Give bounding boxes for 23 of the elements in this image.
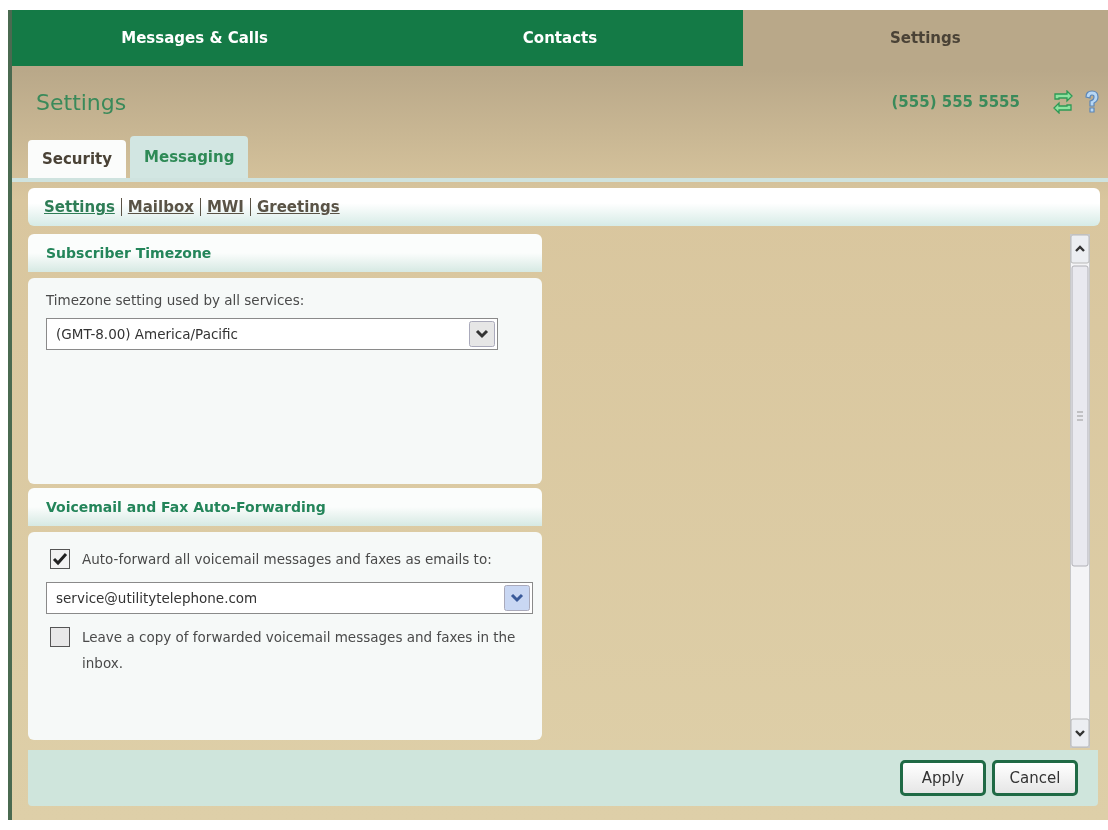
nav-link[interactable]: Settings <box>44 198 121 216</box>
nav-link[interactable]: MWI <box>199 198 250 216</box>
section-header: Subscriber Timezone <box>28 234 542 272</box>
checkbox-label: Leave a copy of forwarded voicemail messages and faxes in the inbox. <box>82 628 517 673</box>
checkbox-label: Auto-forward all voicemail messages and faxes as emails to: <box>82 550 493 569</box>
field-label: Timezone setting used by all services: <box>46 292 306 308</box>
help-icon[interactable] <box>1084 90 1100 114</box>
phone-number: (555) 555 5555 <box>891 93 1020 111</box>
tab[interactable]: Security <box>28 140 127 178</box>
page-title: Settings <box>36 89 128 115</box>
nav-link[interactable]: Mailbox <box>120 198 200 216</box>
nav-tab[interactable]: Messages & Calls <box>12 10 378 66</box>
action-button[interactable]: Apply <box>900 760 986 796</box>
dropdown-field[interactable]: (GMT-8.00) America/Pacific <box>46 318 498 350</box>
action-button[interactable]: Cancel <box>992 760 1078 796</box>
nav-tab[interactable]: Settings <box>742 10 1108 66</box>
nav-link[interactable]: Greetings <box>249 198 346 216</box>
dropdown-field[interactable]: service@utilitytelephone.com <box>46 582 533 614</box>
vertical-scrollbar[interactable] <box>1070 234 1090 748</box>
section-header: Voicemail and Fax Auto-Forwarding <box>28 488 542 526</box>
nav-tab[interactable]: Contacts <box>377 10 743 66</box>
checkbox[interactable] <box>50 549 70 569</box>
checkbox[interactable] <box>50 627 70 647</box>
